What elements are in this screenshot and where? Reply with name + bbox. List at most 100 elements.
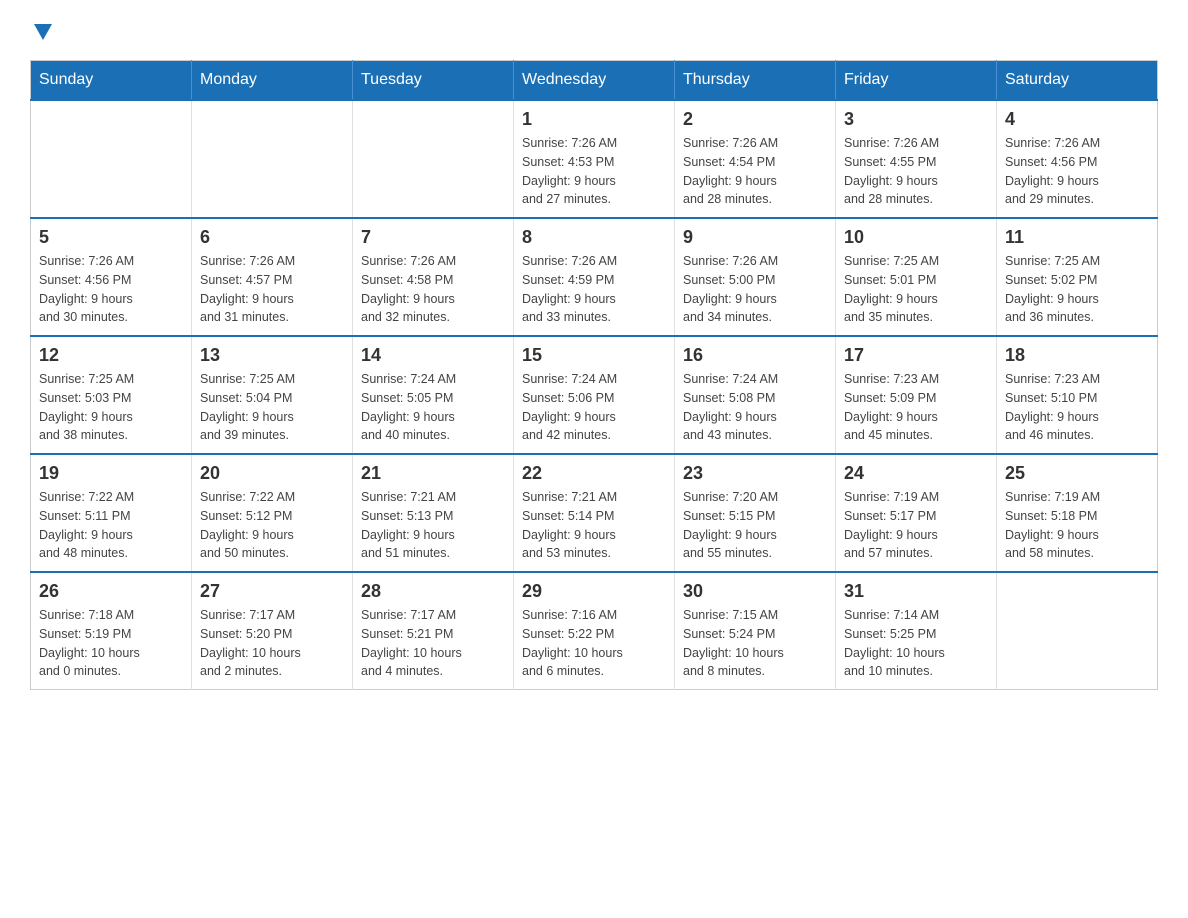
day-header-tuesday: Tuesday [353,61,514,101]
logo-triangle-icon [34,24,52,40]
calendar-cell: 15 Sunrise: 7:24 AM Sunset: 5:06 PM Dayli… [514,336,675,454]
day-number: 29 [522,581,666,602]
day-number: 8 [522,227,666,248]
calendar-cell [192,100,353,218]
day-info: Sunrise: 7:21 AM Sunset: 5:13 PM Dayligh… [361,488,505,563]
day-number: 13 [200,345,344,366]
calendar-cell: 10 Sunrise: 7:25 AM Sunset: 5:01 PM Dayli… [836,218,997,336]
day-number: 30 [683,581,827,602]
day-info: Sunrise: 7:26 AM Sunset: 4:56 PM Dayligh… [39,252,183,327]
calendar-cell: 23 Sunrise: 7:20 AM Sunset: 5:15 PM Dayli… [675,454,836,572]
day-info: Sunrise: 7:26 AM Sunset: 4:58 PM Dayligh… [361,252,505,327]
day-number: 21 [361,463,505,484]
calendar-cell [31,100,192,218]
page-header [30,20,1158,40]
calendar-cell: 2 Sunrise: 7:26 AM Sunset: 4:54 PM Daylig… [675,100,836,218]
calendar-cell: 8Sunrise: 7:26 AM Sunset: 4:59 PM Daylig… [514,218,675,336]
day-number: 17 [844,345,988,366]
day-info: Sunrise: 7:20 AM Sunset: 5:15 PM Dayligh… [683,488,827,563]
calendar-cell: 13 Sunrise: 7:25 AM Sunset: 5:04 PM Dayli… [192,336,353,454]
calendar-cell: 6 Sunrise: 7:26 AM Sunset: 4:57 PM Daylig… [192,218,353,336]
day-number: 15 [522,345,666,366]
day-number: 31 [844,581,988,602]
calendar-cell: 18 Sunrise: 7:23 AM Sunset: 5:10 PM Dayli… [997,336,1158,454]
day-number: 9 [683,227,827,248]
day-number: 3 [844,109,988,130]
day-number: 23 [683,463,827,484]
day-info: Sunrise: 7:25 AM Sunset: 5:01 PM Dayligh… [844,252,988,327]
calendar-cell [997,572,1158,690]
calendar-cell: 9 Sunrise: 7:26 AM Sunset: 5:00 PM Daylig… [675,218,836,336]
calendar-cell: 1 Sunrise: 7:26 AM Sunset: 4:53 PM Daylig… [514,100,675,218]
day-info: Sunrise: 7:24 AM Sunset: 5:08 PM Dayligh… [683,370,827,445]
day-info: Sunrise: 7:21 AM Sunset: 5:14 PM Dayligh… [522,488,666,563]
day-info: Sunrise: 7:25 AM Sunset: 5:03 PM Dayligh… [39,370,183,445]
day-number: 5 [39,227,183,248]
calendar-cell: 7Sunrise: 7:26 AM Sunset: 4:58 PM Daylig… [353,218,514,336]
day-info: Sunrise: 7:26 AM Sunset: 4:57 PM Dayligh… [200,252,344,327]
day-number: 1 [522,109,666,130]
day-info: Sunrise: 7:26 AM Sunset: 4:53 PM Dayligh… [522,134,666,209]
calendar-cell: 3Sunrise: 7:26 AM Sunset: 4:55 PM Daylig… [836,100,997,218]
day-number: 14 [361,345,505,366]
calendar-week-row: 1 Sunrise: 7:26 AM Sunset: 4:53 PM Daylig… [31,100,1158,218]
day-info: Sunrise: 7:15 AM Sunset: 5:24 PM Dayligh… [683,606,827,681]
calendar-cell: 29 Sunrise: 7:16 AM Sunset: 5:22 PM Dayli… [514,572,675,690]
day-header-friday: Friday [836,61,997,101]
calendar-cell: 26 Sunrise: 7:18 AM Sunset: 5:19 PM Dayli… [31,572,192,690]
calendar-cell: 14 Sunrise: 7:24 AM Sunset: 5:05 PM Dayli… [353,336,514,454]
day-info: Sunrise: 7:24 AM Sunset: 5:05 PM Dayligh… [361,370,505,445]
day-header-monday: Monday [192,61,353,101]
day-info: Sunrise: 7:16 AM Sunset: 5:22 PM Dayligh… [522,606,666,681]
day-info: Sunrise: 7:18 AM Sunset: 5:19 PM Dayligh… [39,606,183,681]
day-info: Sunrise: 7:19 AM Sunset: 5:18 PM Dayligh… [1005,488,1149,563]
day-number: 11 [1005,227,1149,248]
calendar-cell: 21 Sunrise: 7:21 AM Sunset: 5:13 PM Dayli… [353,454,514,572]
calendar-table: SundayMondayTuesdayWednesdayThursdayFrid… [30,60,1158,690]
day-number: 25 [1005,463,1149,484]
calendar-cell: 5 Sunrise: 7:26 AM Sunset: 4:56 PM Daylig… [31,218,192,336]
calendar-cell: 28 Sunrise: 7:17 AM Sunset: 5:21 PM Dayli… [353,572,514,690]
day-number: 28 [361,581,505,602]
calendar-cell: 25 Sunrise: 7:19 AM Sunset: 5:18 PM Dayli… [997,454,1158,572]
day-info: Sunrise: 7:26 AM Sunset: 4:54 PM Dayligh… [683,134,827,209]
calendar-cell: 4Sunrise: 7:26 AM Sunset: 4:56 PM Daylig… [997,100,1158,218]
day-info: Sunrise: 7:25 AM Sunset: 5:02 PM Dayligh… [1005,252,1149,327]
day-number: 24 [844,463,988,484]
calendar-cell: 16 Sunrise: 7:24 AM Sunset: 5:08 PM Dayli… [675,336,836,454]
calendar-cell: 20 Sunrise: 7:22 AM Sunset: 5:12 PM Dayli… [192,454,353,572]
day-header-thursday: Thursday [675,61,836,101]
day-info: Sunrise: 7:22 AM Sunset: 5:12 PM Dayligh… [200,488,344,563]
day-number: 6 [200,227,344,248]
calendar-week-row: 19 Sunrise: 7:22 AM Sunset: 5:11 PM Dayli… [31,454,1158,572]
calendar-cell [353,100,514,218]
day-number: 26 [39,581,183,602]
calendar-body: 1 Sunrise: 7:26 AM Sunset: 4:53 PM Daylig… [31,100,1158,690]
day-number: 19 [39,463,183,484]
day-info: Sunrise: 7:17 AM Sunset: 5:20 PM Dayligh… [200,606,344,681]
day-number: 20 [200,463,344,484]
day-header-saturday: Saturday [997,61,1158,101]
days-of-week-row: SundayMondayTuesdayWednesdayThursdayFrid… [31,61,1158,101]
day-info: Sunrise: 7:26 AM Sunset: 5:00 PM Dayligh… [683,252,827,327]
day-number: 2 [683,109,827,130]
calendar-header: SundayMondayTuesdayWednesdayThursdayFrid… [31,61,1158,101]
calendar-cell: 30 Sunrise: 7:15 AM Sunset: 5:24 PM Dayli… [675,572,836,690]
day-header-sunday: Sunday [31,61,192,101]
day-info: Sunrise: 7:22 AM Sunset: 5:11 PM Dayligh… [39,488,183,563]
day-info: Sunrise: 7:23 AM Sunset: 5:10 PM Dayligh… [1005,370,1149,445]
day-header-wednesday: Wednesday [514,61,675,101]
calendar-cell: 31 Sunrise: 7:14 AM Sunset: 5:25 PM Dayli… [836,572,997,690]
day-number: 18 [1005,345,1149,366]
day-info: Sunrise: 7:17 AM Sunset: 5:21 PM Dayligh… [361,606,505,681]
day-info: Sunrise: 7:25 AM Sunset: 5:04 PM Dayligh… [200,370,344,445]
day-number: 10 [844,227,988,248]
day-number: 16 [683,345,827,366]
day-info: Sunrise: 7:24 AM Sunset: 5:06 PM Dayligh… [522,370,666,445]
calendar-cell: 19 Sunrise: 7:22 AM Sunset: 5:11 PM Dayli… [31,454,192,572]
day-number: 12 [39,345,183,366]
calendar-cell: 11 Sunrise: 7:25 AM Sunset: 5:02 PM Dayli… [997,218,1158,336]
calendar-cell: 12 Sunrise: 7:25 AM Sunset: 5:03 PM Dayli… [31,336,192,454]
day-info: Sunrise: 7:14 AM Sunset: 5:25 PM Dayligh… [844,606,988,681]
day-number: 4 [1005,109,1149,130]
